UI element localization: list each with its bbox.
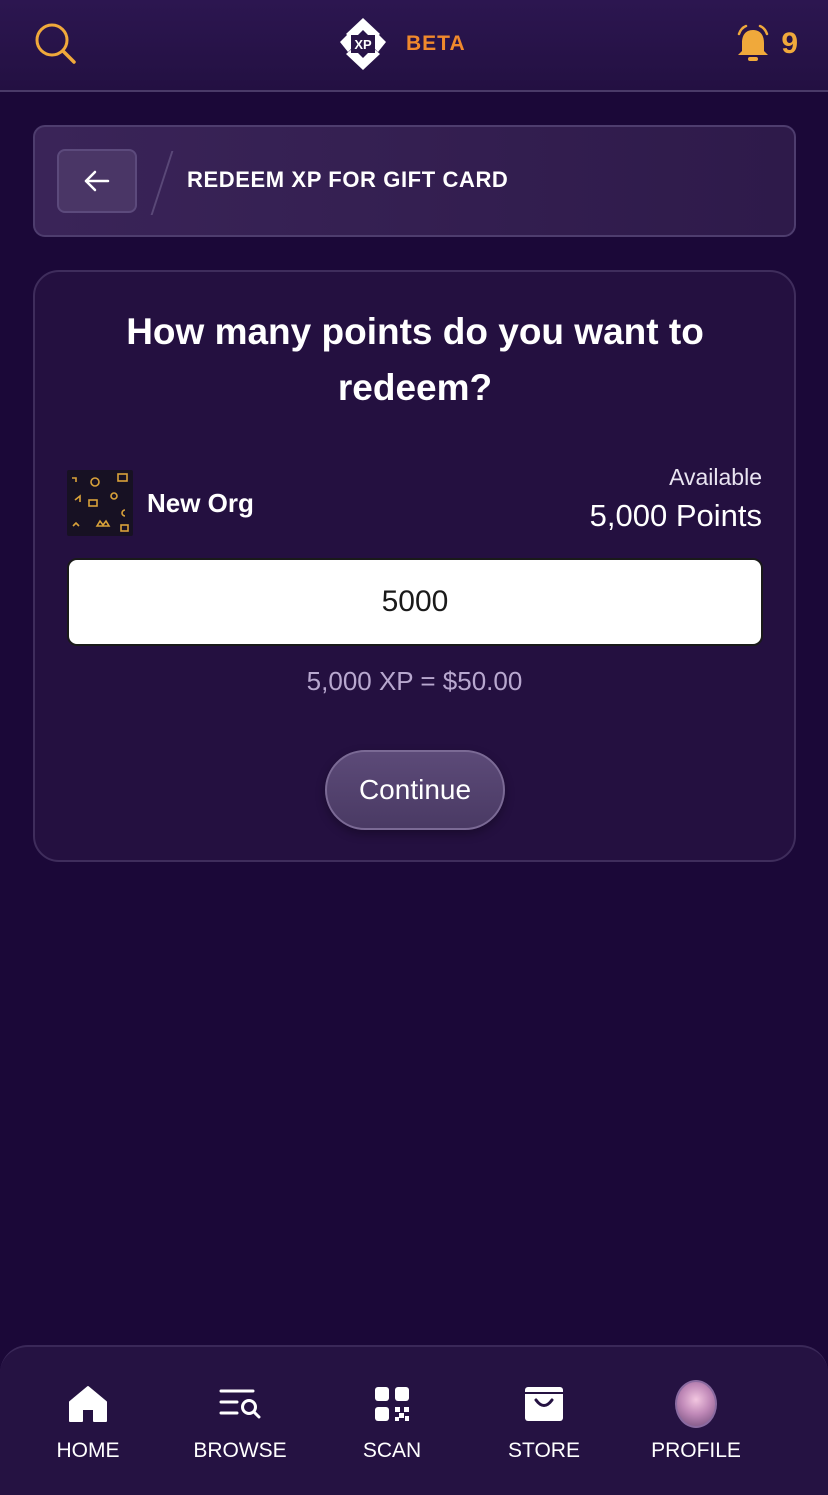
bottom-nav: HOME BROWSE SCAN STORE PROFILE (0, 1345, 828, 1495)
avatar (675, 1380, 717, 1428)
continue-button[interactable]: Continue (325, 750, 505, 830)
available-points: 5,000 Points (589, 498, 762, 533)
redeem-question: How many points do you want to redeem? (126, 311, 704, 408)
top-bar: XP BETA 9 (0, 0, 828, 92)
nav-item-store[interactable]: STORE (474, 1383, 614, 1473)
available-label: Available (669, 464, 762, 490)
nav-item-browse[interactable]: BROWSE (170, 1383, 310, 1473)
nav-item-scan[interactable]: SCAN (322, 1383, 462, 1473)
beta-badge: BETA (406, 32, 466, 55)
arrow-left-icon (84, 170, 110, 192)
xp-logo-icon: XP (340, 18, 386, 70)
nav-item-home[interactable]: HOME (18, 1383, 158, 1473)
notifications-button[interactable]: 9 (735, 24, 798, 64)
org-logo (67, 470, 133, 536)
nav-label-profile: PROFILE (651, 1439, 741, 1462)
nav-label-home: HOME (56, 1439, 120, 1462)
notification-count: 9 (781, 27, 798, 60)
page-header: REDEEM XP FOR GIFT CARD (33, 125, 796, 237)
page-title: REDEEM XP FOR GIFT CARD (187, 167, 509, 192)
qr-scan-icon (375, 1387, 409, 1421)
points-amount-input[interactable] (67, 558, 763, 646)
store-icon (525, 1387, 563, 1421)
app-root: XP BETA 9 REDEEM XP FOR GIFT CARD How ma (0, 0, 828, 1495)
back-button[interactable] (57, 149, 137, 213)
org-name: New Org (147, 488, 254, 518)
nav-item-profile[interactable]: PROFILE (626, 1380, 766, 1473)
header-divider (150, 151, 174, 215)
nav-label-store: STORE (508, 1439, 580, 1462)
conversion-text: 5,000 XP = $50.00 (306, 666, 523, 696)
redeem-card: How many points do you want to redeem? N… (33, 270, 796, 862)
bell-icon (738, 24, 769, 61)
search-icon[interactable] (32, 20, 82, 70)
browse-icon (219, 1389, 261, 1419)
nav-label-browse: BROWSE (193, 1439, 287, 1462)
nav-label-scan: SCAN (362, 1439, 422, 1462)
app-logo[interactable]: XP BETA (334, 16, 466, 72)
home-icon (69, 1386, 107, 1422)
svg-text:XP: XP (354, 37, 372, 52)
